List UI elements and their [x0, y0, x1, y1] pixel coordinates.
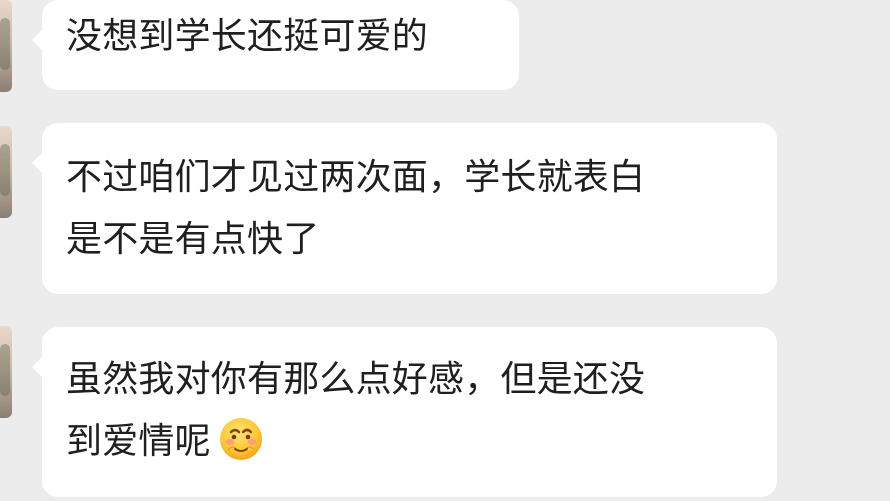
contact-avatar[interactable]: [0, 326, 12, 418]
message-text-line-1: 虽然我对你有那么点好感，但是还没: [66, 359, 646, 400]
message-bubble[interactable]: 没想到学长还挺可爱的: [32, 0, 519, 90]
message-bubble[interactable]: 虽然我对你有那么点好感，但是还没 到爱情呢: [32, 327, 777, 497]
shy-face-icon: [217, 415, 265, 463]
message-text: 没想到学长还挺可爱的: [66, 16, 429, 57]
message-text: 到爱情呢: [66, 421, 211, 462]
contact-avatar[interactable]: [0, 126, 12, 218]
message-text-line-1: 不过咱们才见过两次面，学长就表白: [66, 157, 646, 198]
chat-thread: 没想到学长还挺可爱的 不过咱们才见过两次面，学长就表白 是不是有点快了 虽然我对…: [0, 0, 890, 501]
message-bubble[interactable]: 不过咱们才见过两次面，学长就表白 是不是有点快了: [32, 123, 777, 294]
message-text-line-2: 是不是有点快了: [66, 219, 320, 260]
contact-avatar[interactable]: [0, 0, 12, 92]
message-text-line-2: 到爱情呢: [66, 411, 777, 473]
